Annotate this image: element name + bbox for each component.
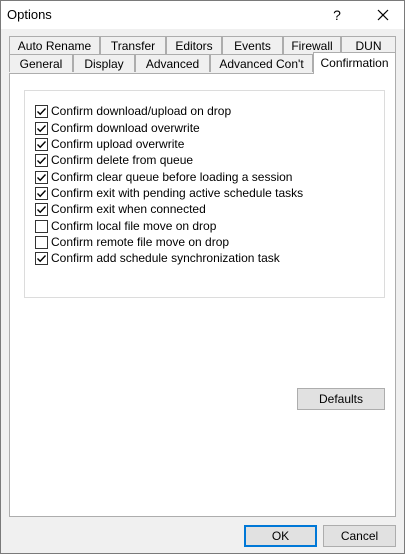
option-confirm-local-file-move[interactable]: Confirm local file move on drop (35, 218, 216, 234)
defaults-button[interactable]: Defaults (297, 388, 385, 410)
option-confirm-download-overwrite[interactable]: Confirm download overwrite (35, 120, 200, 136)
tab-general[interactable]: General (9, 54, 73, 72)
checkmark-icon (37, 107, 47, 115)
option-label: Confirm download/upload on drop (51, 104, 232, 118)
tab-label: Events (234, 39, 271, 53)
tab-label: Confirmation (320, 56, 389, 70)
option-label: Confirm clear queue before loading a ses… (51, 170, 293, 184)
checkmark-icon (37, 156, 47, 164)
close-button[interactable] (365, 1, 401, 29)
option-label: Confirm remote file move on drop (51, 235, 230, 249)
option-label: Confirm exit when connected (51, 202, 206, 216)
option-confirm-remote-file-move[interactable]: Confirm remote file move on drop (35, 234, 229, 250)
checkmark-icon (37, 173, 47, 181)
option-label: Confirm delete from queue (51, 153, 194, 167)
checkbox[interactable] (35, 153, 48, 167)
tab-label: General (19, 57, 63, 71)
help-button[interactable]: ? (319, 1, 355, 29)
tab-label: Advanced (145, 57, 200, 71)
cancel-button[interactable]: Cancel (323, 525, 396, 547)
option-confirm-exit-when-connected[interactable]: Confirm exit when connected (35, 201, 206, 217)
option-label: Confirm upload overwrite (51, 137, 185, 151)
tab-events[interactable]: Events (222, 36, 283, 54)
window-title: Options (7, 7, 52, 22)
tab-label: Auto Rename (17, 39, 92, 53)
checkbox[interactable] (35, 186, 48, 200)
confirmation-group: Confirm download/upload on drop Confirm … (24, 90, 385, 298)
checkbox[interactable] (35, 202, 48, 216)
checkmark-icon (37, 189, 47, 197)
close-icon (377, 9, 389, 21)
option-label: Confirm local file move on drop (51, 219, 217, 233)
checkbox[interactable] (35, 219, 48, 233)
option-label: Confirm exit with pending active schedul… (51, 186, 304, 200)
tab-auto-rename[interactable]: Auto Rename (9, 36, 100, 54)
checkmark-icon (37, 254, 47, 262)
tab-label: Advanced Con't (219, 57, 304, 71)
option-confirm-download-upload-on-drop[interactable]: Confirm download/upload on drop (35, 103, 231, 119)
checkmark-icon (37, 205, 47, 213)
tab-confirmation[interactable]: Confirmation (313, 52, 396, 74)
confirmation-panel: Confirm download/upload on drop Confirm … (9, 73, 396, 517)
ok-button[interactable]: OK (244, 525, 317, 547)
checkbox[interactable] (35, 235, 48, 249)
option-confirm-clear-queue[interactable]: Confirm clear queue before loading a ses… (35, 169, 292, 185)
tab-advanced-cont[interactable]: Advanced Con't (210, 54, 313, 72)
checkbox[interactable] (35, 251, 48, 265)
option-confirm-upload-overwrite[interactable]: Confirm upload overwrite (35, 136, 184, 152)
tab-label: Firewall (291, 39, 333, 53)
checkbox[interactable] (35, 137, 48, 151)
option-confirm-exit-pending-tasks[interactable]: Confirm exit with pending active schedul… (35, 185, 303, 201)
checkmark-icon (37, 140, 47, 148)
tab-display[interactable]: Display (73, 54, 135, 72)
tab-label: DUN (355, 39, 382, 53)
title-bar: Options ? (1, 1, 404, 29)
option-confirm-add-schedule-sync[interactable]: Confirm add schedule synchronization tas… (35, 250, 280, 266)
option-label: Confirm add schedule synchronization tas… (51, 251, 280, 265)
options-dialog: Options ? Auto Rename Transfer Editors E… (0, 0, 405, 554)
option-label: Confirm download overwrite (51, 121, 200, 135)
tab-transfer[interactable]: Transfer (100, 36, 166, 54)
help-icon: ? (333, 7, 341, 23)
checkmark-icon (37, 124, 47, 132)
checkbox[interactable] (35, 170, 48, 184)
tab-label: Editors (175, 39, 213, 53)
checkbox[interactable] (35, 104, 48, 118)
tab-label: Display (84, 57, 124, 71)
tab-label: Transfer (110, 39, 156, 53)
checkbox[interactable] (35, 121, 48, 135)
tab-editors[interactable]: Editors (166, 36, 222, 54)
option-confirm-delete-from-queue[interactable]: Confirm delete from queue (35, 152, 193, 168)
tab-advanced[interactable]: Advanced (135, 54, 210, 72)
